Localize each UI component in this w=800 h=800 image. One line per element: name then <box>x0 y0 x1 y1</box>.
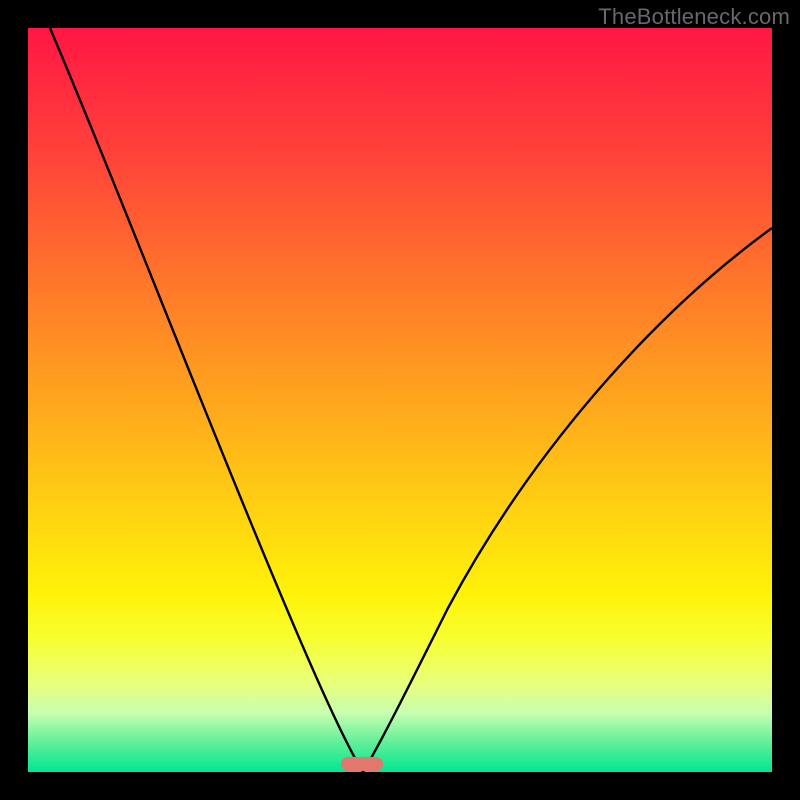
chart-plot-area <box>28 28 772 772</box>
chart-frame: TheBottleneck.com <box>0 0 800 800</box>
curve-left-branch <box>50 28 363 772</box>
curve-right-branch <box>363 228 772 772</box>
watermark-text: TheBottleneck.com <box>598 4 790 30</box>
bottleneck-curve <box>28 28 772 772</box>
optimal-marker <box>341 757 383 771</box>
